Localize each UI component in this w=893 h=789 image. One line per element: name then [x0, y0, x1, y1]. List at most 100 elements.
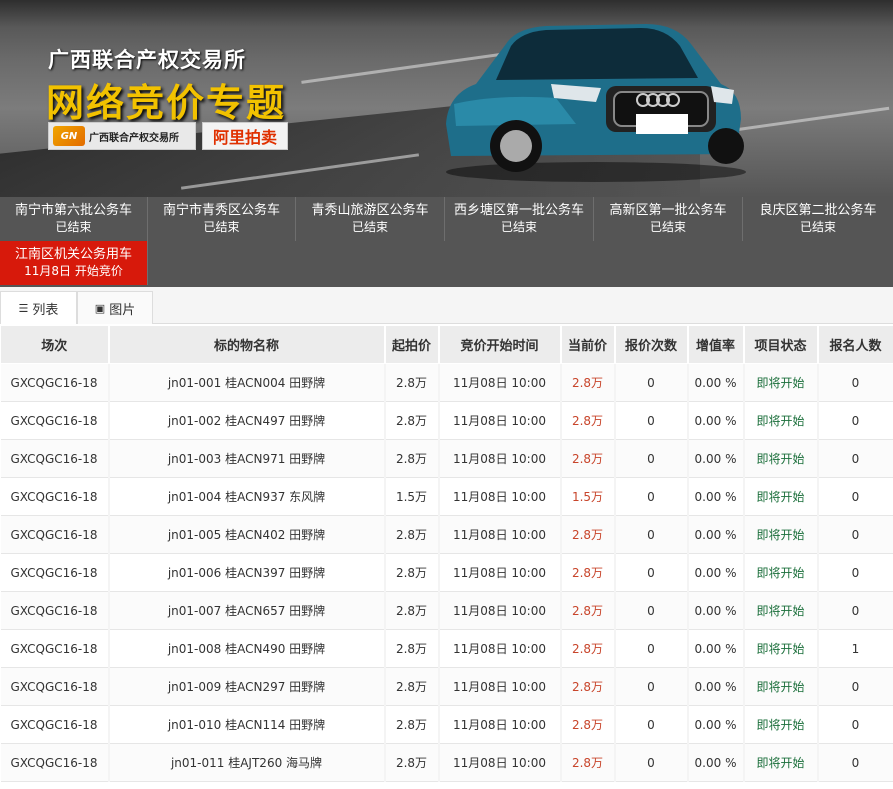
tab-batch-1[interactable]: 南宁市第六批公务车 已结束 [0, 197, 148, 241]
cell-current-price: 2.8万 [560, 705, 616, 744]
cell-status: 即将开始 [743, 439, 819, 478]
cell-session: GXCQGC16-18 [0, 705, 110, 744]
tab-status: 已结束 [55, 220, 92, 234]
cell-bid-count: 0 [614, 591, 689, 630]
cell-item-name[interactable]: jn01-001 桂ACN004 田野牌 [108, 363, 386, 402]
tab-label: 良庆区第二批公务车 [759, 203, 877, 218]
cell-status: 即将开始 [743, 553, 819, 592]
cell-session: GXCQGC16-18 [0, 667, 110, 706]
cell-status: 即将开始 [743, 705, 819, 744]
col-status: 项目状态 [743, 325, 819, 364]
table-row[interactable]: GXCQGC16-18 jn01-003 桂ACN971 田野牌 2.8万 11月08… [0, 439, 893, 478]
table-row[interactable]: GXCQGC16-18 jn01-006 桂ACN397 田野牌 2.8万 11月08… [0, 553, 893, 592]
tab-label: 江南区机关公务用车 [14, 247, 132, 262]
cell-session: GXCQGC16-18 [0, 629, 110, 668]
cell-registrants: 0 [817, 477, 893, 516]
cell-increase-rate: 0.00 % [687, 629, 745, 668]
cell-bid-count: 0 [614, 401, 689, 440]
cell-start-time: 11月08日 10:00 [438, 553, 562, 592]
col-start-price: 起拍价 [384, 325, 440, 364]
cell-current-price: 2.8万 [560, 667, 616, 706]
cell-increase-rate: 0.00 % [687, 477, 745, 516]
cell-bid-count: 0 [614, 629, 689, 668]
cell-session: GXCQGC16-18 [0, 477, 110, 516]
table-row[interactable]: GXCQGC16-18 jn01-010 桂ACN114 田野牌 2.8万 11月08… [0, 705, 893, 744]
cell-start-price: 2.8万 [384, 439, 440, 478]
tab-batch-5[interactable]: 高新区第一批公务车 已结束 [594, 197, 743, 241]
list-view-button[interactable]: ☰ 列表 [0, 291, 77, 324]
cell-item-name[interactable]: jn01-008 桂ACN490 田野牌 [108, 629, 386, 668]
table-row[interactable]: GXCQGC16-18 jn01-005 桂ACN402 田野牌 2.8万 11月08… [0, 515, 893, 554]
cell-start-time: 11月08日 10:00 [438, 743, 562, 782]
promo-banner: 广西联合产权交易所 网络竞价专题 GN 广西联合产权交易所 阿里拍卖 [0, 0, 893, 197]
cell-increase-rate: 0.00 % [687, 363, 745, 402]
cell-item-name[interactable]: jn01-004 桂ACN937 东风牌 [108, 477, 386, 516]
cell-session: GXCQGC16-18 [0, 439, 110, 478]
list-icon: ☰ [18, 301, 29, 315]
list-view-label: 列表 [32, 302, 59, 318]
image-icon: ▣ [94, 301, 106, 315]
auction-table: 场次 标的物名称 起拍价 竞价开始时间 当前价 报价次数 增值率 项目状态 报名… [0, 325, 893, 782]
cell-item-name[interactable]: jn01-006 桂ACN397 田野牌 [108, 553, 386, 592]
cell-start-price: 2.8万 [384, 515, 440, 554]
tab-status: 已结束 [649, 220, 686, 234]
cell-current-price: 2.8万 [560, 629, 616, 668]
cell-session: GXCQGC16-18 [0, 515, 110, 554]
col-current-price: 当前价 [560, 325, 616, 364]
batch-tabs: 南宁市第六批公务车 已结束 南宁市青秀区公务车 已结束 青秀山旅游区公务车 已结… [0, 197, 893, 287]
table-row[interactable]: GXCQGC16-18 jn01-011 桂AJT260 海马牌 2.8万 11月08… [0, 743, 893, 782]
cell-increase-rate: 0.00 % [687, 743, 745, 782]
cell-increase-rate: 0.00 % [687, 667, 745, 706]
col-item-name: 标的物名称 [108, 325, 386, 364]
cell-current-price: 2.8万 [560, 515, 616, 554]
ali-auction-logo: 阿里拍卖 [202, 122, 288, 150]
tab-status: 11月8日 开始竞价 [24, 264, 123, 278]
col-bid-count: 报价次数 [614, 325, 689, 364]
car-image [446, 24, 746, 182]
cell-status: 即将开始 [743, 743, 819, 782]
image-view-button[interactable]: ▣ 图片 [77, 291, 153, 324]
cell-session: GXCQGC16-18 [0, 401, 110, 440]
cell-registrants: 0 [817, 705, 893, 744]
cell-registrants: 0 [817, 667, 893, 706]
cell-increase-rate: 0.00 % [687, 439, 745, 478]
cell-registrants: 0 [817, 401, 893, 440]
cell-item-name[interactable]: jn01-011 桂AJT260 海马牌 [108, 743, 386, 782]
cell-start-time: 11月08日 10:00 [438, 363, 562, 402]
cell-bid-count: 0 [614, 363, 689, 402]
cell-status: 即将开始 [743, 629, 819, 668]
cell-registrants: 0 [817, 363, 893, 402]
tab-batch-6[interactable]: 良庆区第二批公务车 已结束 [743, 197, 893, 241]
cell-start-price: 2.8万 [384, 363, 440, 402]
cell-item-name[interactable]: jn01-010 桂ACN114 田野牌 [108, 705, 386, 744]
cell-start-price: 2.8万 [384, 743, 440, 782]
table-header: 场次 标的物名称 起拍价 竞价开始时间 当前价 报价次数 增值率 项目状态 报名… [0, 325, 893, 364]
image-view-label: 图片 [109, 302, 136, 318]
cell-item-name[interactable]: jn01-009 桂ACN297 田野牌 [108, 667, 386, 706]
tab-batch-3[interactable]: 青秀山旅游区公务车 已结束 [296, 197, 445, 241]
tab-status: 已结束 [203, 220, 240, 234]
tab-label: 西乡塘区第一批公务车 [453, 203, 584, 218]
cell-item-name[interactable]: jn01-005 桂ACN402 田野牌 [108, 515, 386, 554]
campaign-title: 网络竞价专题 [46, 81, 287, 125]
cell-bid-count: 0 [614, 705, 689, 744]
cell-item-name[interactable]: jn01-002 桂ACN497 田野牌 [108, 401, 386, 440]
cell-current-price: 2.8万 [560, 743, 616, 782]
tab-batch-4[interactable]: 西乡塘区第一批公务车 已结束 [445, 197, 594, 241]
cell-item-name[interactable]: jn01-003 桂ACN971 田野牌 [108, 439, 386, 478]
cell-current-price: 1.5万 [560, 477, 616, 516]
tab-batch-2[interactable]: 南宁市青秀区公务车 已结束 [148, 197, 296, 241]
cell-start-price: 2.8万 [384, 401, 440, 440]
cell-current-price: 2.8万 [560, 591, 616, 630]
table-row[interactable]: GXCQGC16-18 jn01-004 桂ACN937 东风牌 1.5万 11月08… [0, 477, 893, 516]
table-row[interactable]: GXCQGC16-18 jn01-002 桂ACN497 田野牌 2.8万 11月08… [0, 401, 893, 440]
org-logo-text: 广西联合产权交易所 [89, 132, 179, 144]
table-row[interactable]: GXCQGC16-18 jn01-001 桂ACN004 田野牌 2.8万 11月08… [0, 363, 893, 402]
tab-label: 南宁市第六批公务车 [14, 203, 132, 218]
view-toggle-bar: ☰ 列表 ▣ 图片 [0, 287, 893, 324]
tab-batch-7[interactable]: 江南区机关公务用车 11月8日 开始竞价 [0, 241, 148, 285]
cell-item-name[interactable]: jn01-007 桂ACN657 田野牌 [108, 591, 386, 630]
table-row[interactable]: GXCQGC16-18 jn01-009 桂ACN297 田野牌 2.8万 11月08… [0, 667, 893, 706]
table-row[interactable]: GXCQGC16-18 jn01-007 桂ACN657 田野牌 2.8万 11月08… [0, 591, 893, 630]
table-row[interactable]: GXCQGC16-18 jn01-008 桂ACN490 田野牌 2.8万 11月08… [0, 629, 893, 668]
